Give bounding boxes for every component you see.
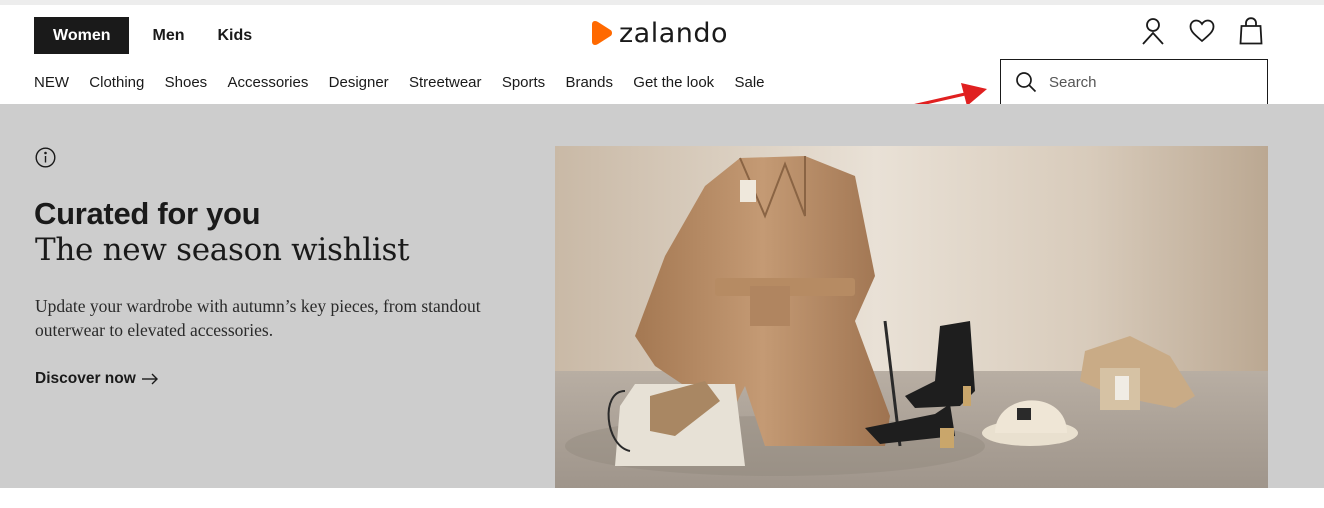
- search-box[interactable]: [1000, 59, 1268, 105]
- wishlist-heart-icon[interactable]: [1189, 17, 1215, 45]
- logo-text: zalando: [619, 17, 729, 49]
- discover-now-label: Discover now: [35, 370, 136, 387]
- hero-kicker: Curated for you: [34, 196, 261, 231]
- hero-title: The new season wishlist: [35, 232, 410, 268]
- gender-nav: Women Men Kids: [34, 17, 262, 54]
- tab-men[interactable]: Men: [129, 17, 184, 54]
- arrow-right-icon: [141, 373, 158, 385]
- search-icon: [1016, 72, 1037, 93]
- zalando-logo-icon: [592, 21, 612, 45]
- shopping-bag-icon[interactable]: [1238, 17, 1264, 45]
- nav-designer[interactable]: Designer: [329, 74, 389, 91]
- category-nav: NEW Clothing Shoes Accessories Designer …: [34, 74, 785, 91]
- nav-accessories[interactable]: Accessories: [227, 74, 308, 91]
- hero-banner: Curated for you The new season wishlist …: [0, 104, 1324, 488]
- account-icon[interactable]: [1140, 17, 1166, 45]
- nav-streetwear[interactable]: Streetwear: [409, 74, 482, 91]
- tab-kids[interactable]: Kids: [194, 17, 252, 54]
- discover-now-link[interactable]: Discover now: [35, 370, 159, 388]
- logo[interactable]: zalando: [591, 16, 728, 50]
- nav-brands[interactable]: Brands: [565, 74, 613, 91]
- hero-description: Update your wardrobe with autumn’s key p…: [35, 296, 481, 340]
- top-strip: [0, 0, 1324, 5]
- nav-sports[interactable]: Sports: [502, 74, 545, 91]
- info-icon[interactable]: [35, 147, 56, 168]
- nav-new[interactable]: NEW: [34, 74, 69, 91]
- search-input[interactable]: [1049, 73, 1239, 91]
- tab-women[interactable]: Women: [34, 17, 130, 54]
- hero-photo: [555, 146, 1268, 488]
- header-actions: [1140, 17, 1264, 45]
- nav-get-the-look[interactable]: Get the look: [633, 74, 714, 91]
- hero-product-image[interactable]: [555, 146, 1268, 488]
- nav-clothing[interactable]: Clothing: [89, 74, 144, 91]
- nav-sale[interactable]: Sale: [734, 74, 764, 91]
- nav-shoes[interactable]: Shoes: [165, 74, 208, 91]
